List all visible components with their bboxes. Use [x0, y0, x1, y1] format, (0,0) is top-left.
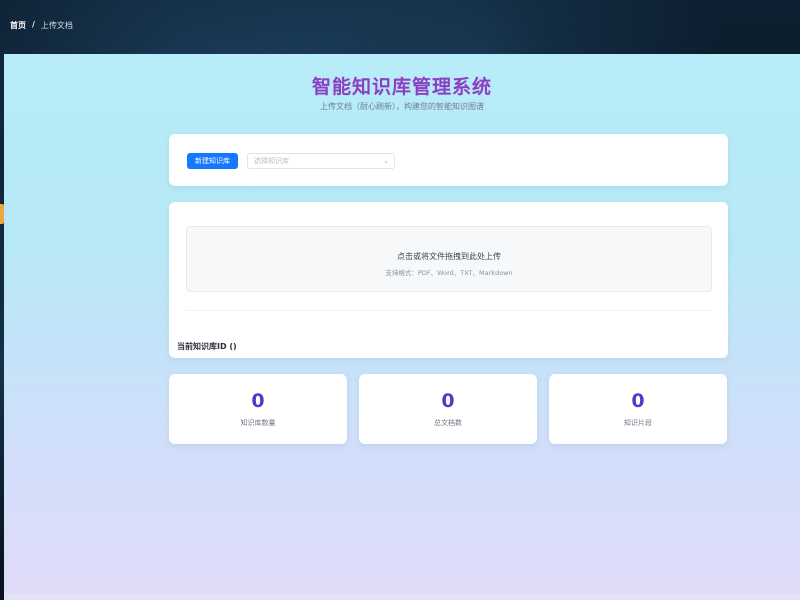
- select-placeholder: 选择知识库: [254, 157, 289, 165]
- stat-value: 0: [251, 390, 265, 412]
- upload-card: 点击或将文件拖拽到此处上传 支持格式：PDF、Word、TXT、Markdown…: [169, 202, 728, 358]
- stat-value: 0: [441, 390, 455, 412]
- stat-label: 知识片段: [624, 419, 652, 427]
- breadcrumb-home[interactable]: 首页: [10, 20, 26, 31]
- bottom-strip: [4, 594, 800, 600]
- page-title: 智能知识库管理系统: [311, 76, 492, 98]
- page-subtitle: 上传文档（耐心刷新），构建您的智能知识图谱: [320, 102, 484, 111]
- upload-main-text: 点击或将文件拖拽到此处上传: [397, 252, 501, 261]
- knowledge-base-select[interactable]: 选择知识库 ⌄: [247, 153, 395, 169]
- divider: [186, 310, 712, 311]
- main-panel: 智能知识库管理系统 上传文档（耐心刷新），构建您的智能知识图谱 新建知识库 选择…: [4, 54, 800, 594]
- stat-card-knowledge-chunks: 0 知识片段: [549, 374, 727, 444]
- toolbar-card: 新建知识库 选择知识库 ⌄: [169, 134, 728, 186]
- upload-format-hint: 支持格式：PDF、Word、TXT、Markdown: [385, 269, 513, 277]
- stat-label: 总文档数: [434, 419, 462, 427]
- stat-card-knowledge-bases: 0 知识库数量: [169, 374, 347, 444]
- chevron-down-icon: ⌄: [383, 157, 389, 165]
- new-knowledge-base-button[interactable]: 新建知识库: [187, 153, 238, 169]
- breadcrumb-separator: /: [32, 20, 35, 29]
- breadcrumb-current: 上传文档: [40, 21, 73, 30]
- stat-label: 知识库数量: [240, 419, 276, 427]
- upload-dropzone[interactable]: 点击或将文件拖拽到此处上传 支持格式：PDF、Word、TXT、Markdown: [186, 226, 712, 292]
- stat-card-documents: 0 总文档数: [359, 374, 537, 444]
- stat-value: 0: [631, 390, 645, 412]
- current-knowledge-base-id: 当前知识库ID (): [177, 342, 237, 351]
- breadcrumb: 首页 / 上传文档: [0, 0, 800, 54]
